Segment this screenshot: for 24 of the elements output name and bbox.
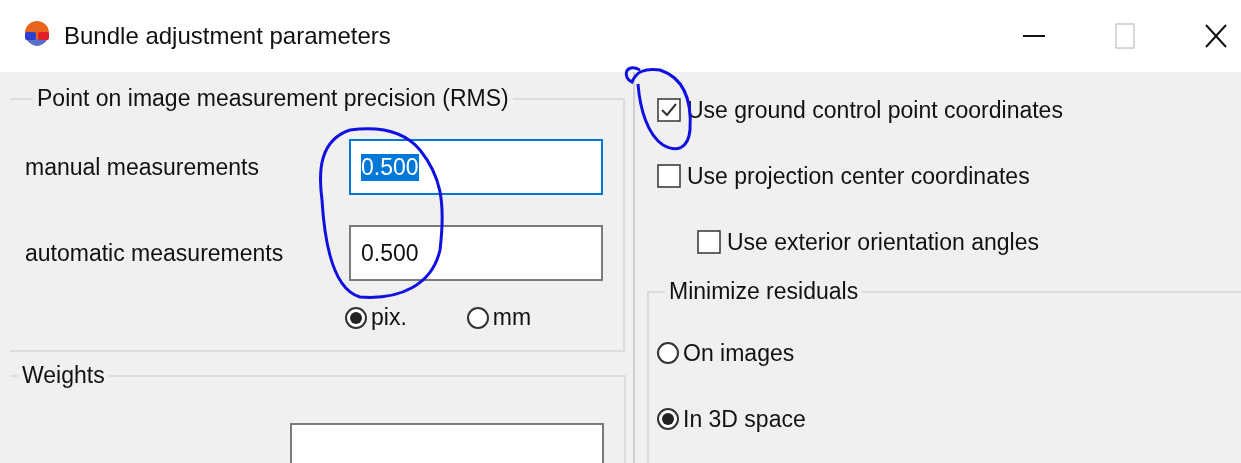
close-icon[interactable] [1205, 24, 1227, 48]
field-label: automatic measurements [25, 239, 284, 267]
radio-circle[interactable] [657, 408, 679, 430]
input-field[interactable]: 0.500 [349, 225, 603, 281]
checkbox[interactable] [657, 98, 681, 122]
window-title: Bundle adjustment parameters [64, 22, 391, 50]
radio-button[interactable]: mm [466, 304, 532, 331]
field-label: manual measurements [25, 153, 259, 181]
checkbox-option[interactable]: Use exterior orientation angles [657, 209, 1241, 275]
radio-circle[interactable] [466, 306, 489, 329]
radio-circle[interactable] [345, 306, 367, 329]
group-title: Minimize residuals [668, 278, 860, 305]
group-title: Point on image measurement precision (RMS) [36, 85, 510, 112]
input-field[interactable] [290, 423, 604, 463]
radio-button[interactable]: pix. [345, 304, 407, 331]
radio-circle[interactable] [657, 342, 679, 364]
checkbox-option[interactable]: Use projection center coordinates [657, 143, 1241, 209]
minimize-icon[interactable] [1023, 34, 1045, 38]
radio-button[interactable]: On images [657, 320, 1241, 386]
checkbox[interactable] [657, 164, 681, 188]
group-title: Weights [21, 362, 106, 389]
radio-button[interactable]: In 3D space [657, 386, 1241, 452]
input-field[interactable]: 0.500 [349, 139, 603, 195]
checkbox[interactable] [697, 230, 721, 254]
